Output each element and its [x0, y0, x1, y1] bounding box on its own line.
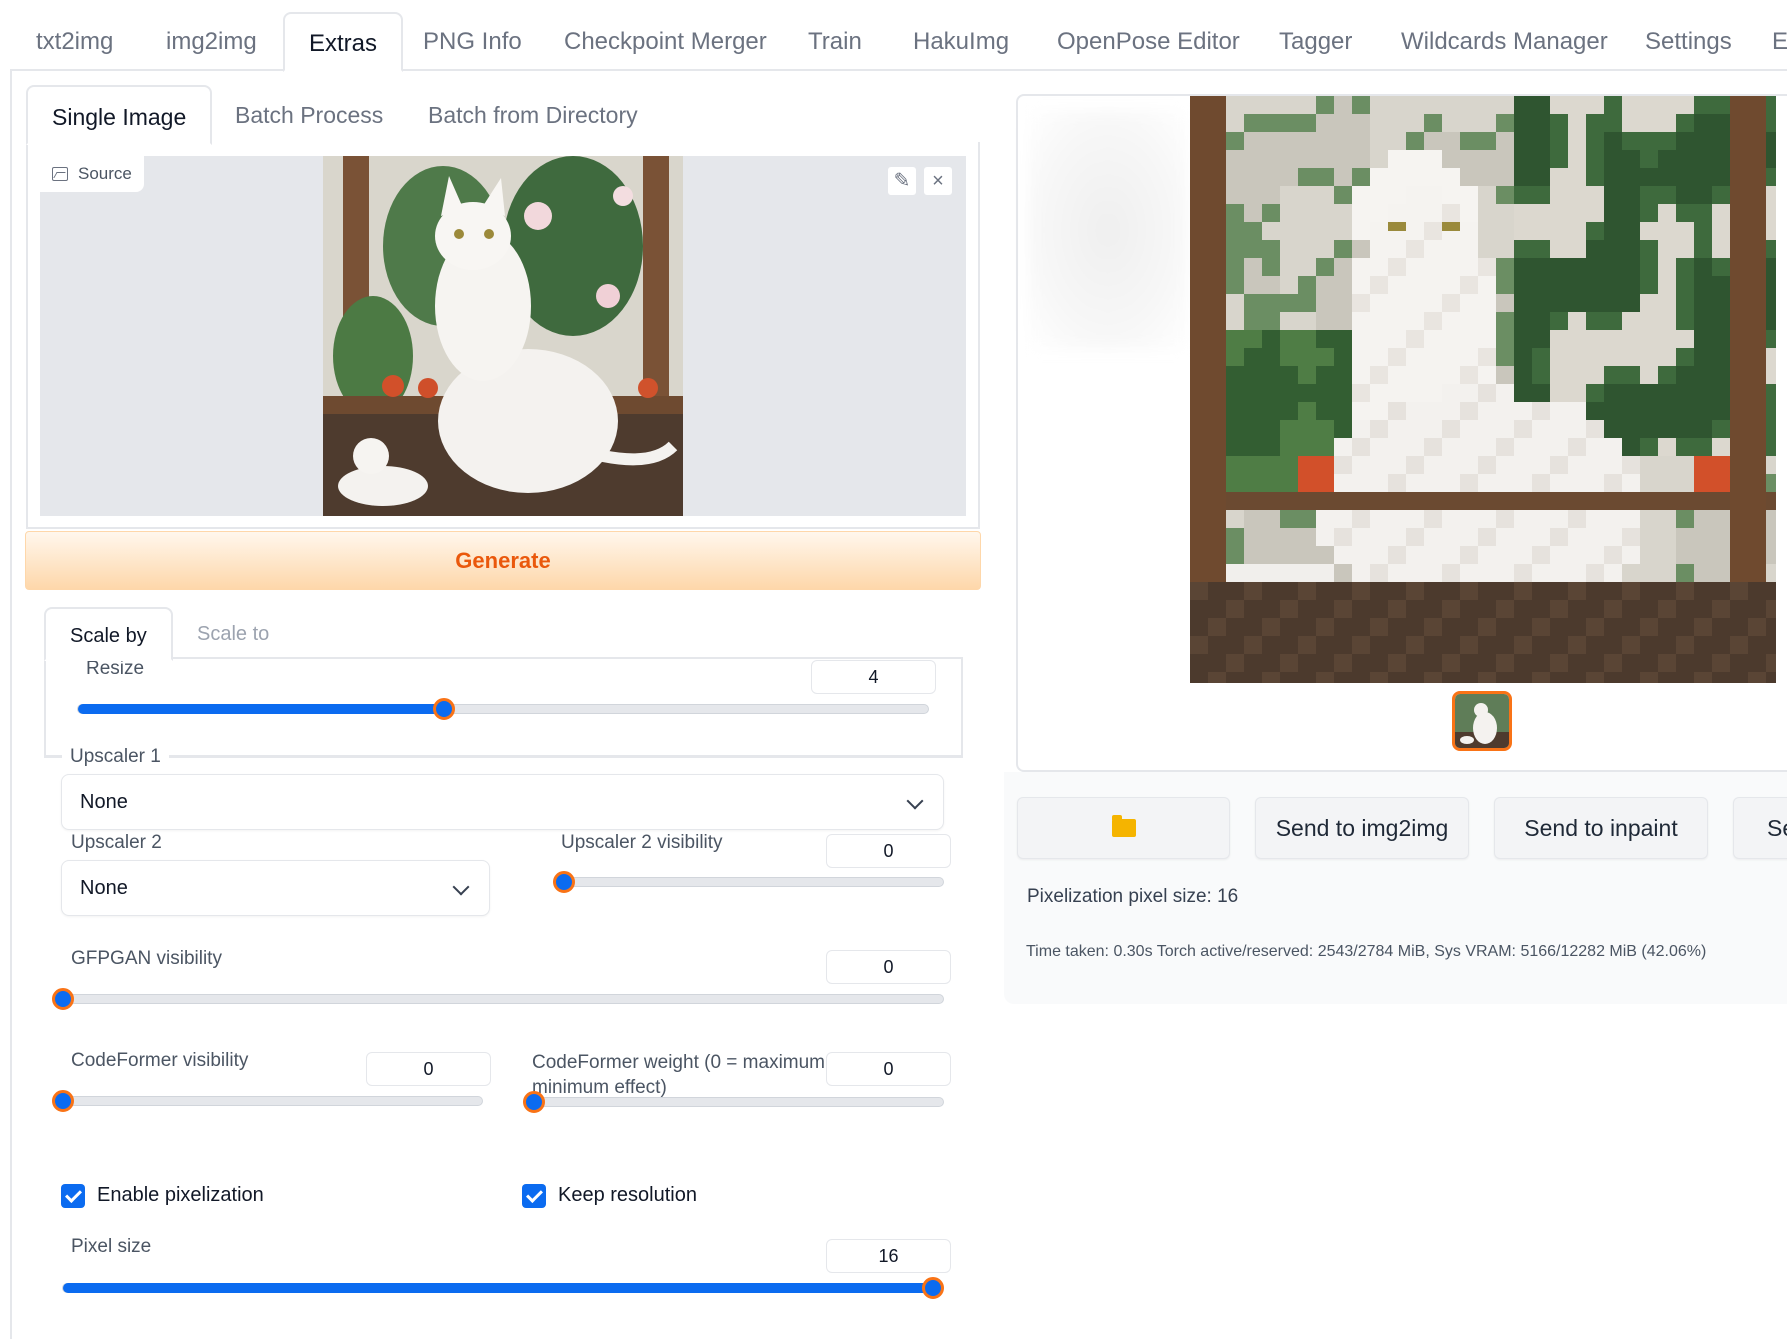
- codeformer-visibility-label: CodeFormer visibility: [71, 1050, 249, 1071]
- codeformer-weight-label: CodeFormer weight (0 = maximum minimum e…: [532, 1050, 825, 1100]
- close-icon[interactable]: ×: [923, 166, 953, 196]
- gfpgan-visibility-slider[interactable]: [52, 988, 944, 1010]
- chevron-down-icon: [452, 878, 470, 896]
- tab-extras[interactable]: Extras: [283, 12, 404, 72]
- tab-single-image[interactable]: Single Image: [26, 85, 213, 145]
- enable-pixelization-label: Enable pixelization: [97, 1184, 264, 1206]
- pixel-size-label: Pixel size: [71, 1236, 152, 1257]
- pixelized-output-image[interactable]: [1190, 96, 1776, 683]
- main-tab-bar: txt2img img2img Extras PNG Info Checkpoi…: [0, 0, 1787, 72]
- pencil-icon[interactable]: ✎: [887, 166, 917, 196]
- keep-resolution-checkbox[interactable]: [522, 1184, 546, 1208]
- upscaler2-value: None: [80, 877, 128, 899]
- tab-openpose-editor[interactable]: OpenPose Editor: [1057, 12, 1240, 72]
- tab-img2img[interactable]: img2img: [166, 12, 257, 72]
- thumbnail-cat-image: [1455, 694, 1509, 748]
- chevron-down-icon: [906, 792, 924, 810]
- upscaler-group-border: [44, 756, 963, 758]
- send-to-img2img-button[interactable]: Send to img2img: [1255, 797, 1469, 859]
- upscaler2-visibility-thumb[interactable]: [553, 871, 575, 893]
- codeformer-visibility-input[interactable]: 0: [366, 1052, 491, 1086]
- open-folder-button[interactable]: [1017, 797, 1230, 859]
- gfpgan-visibility-thumb[interactable]: [52, 988, 74, 1010]
- codeformer-visibility-thumb[interactable]: [52, 1090, 74, 1112]
- tab-tagger[interactable]: Tagger: [1279, 12, 1352, 72]
- upscaler2-visibility-label: Upscaler 2 visibility: [561, 832, 723, 853]
- upscaler2-label: Upscaler 2: [71, 832, 162, 853]
- pixel-size-thumb[interactable]: [922, 1277, 944, 1299]
- gallery-background-blur: [1028, 110, 1188, 350]
- pixel-size-input[interactable]: 16: [826, 1239, 951, 1273]
- tab-scale-to[interactable]: Scale to: [197, 607, 269, 661]
- codeformer-weight-slider[interactable]: [523, 1091, 944, 1113]
- tab-hakuimg[interactable]: HakuImg: [913, 12, 1009, 72]
- tab-train[interactable]: Train: [808, 12, 862, 72]
- gallery-thumbnail[interactable]: [1452, 691, 1512, 751]
- tab-scale-by[interactable]: Scale by: [44, 607, 173, 661]
- gfpgan-visibility-label: GFPGAN visibility: [71, 948, 222, 969]
- image-icon: [52, 167, 68, 181]
- resize-slider-thumb[interactable]: [432, 698, 455, 720]
- timing-text: Time taken: 0.30s Torch active/reserved:…: [1026, 943, 1707, 960]
- tab-txt2img[interactable]: txt2img: [36, 12, 113, 72]
- resize-slider-fill: [78, 704, 444, 714]
- keep-resolution-label: Keep resolution: [558, 1184, 697, 1206]
- panel-frame: [10, 69, 12, 1339]
- upscaler2-visibility-slider[interactable]: [553, 871, 944, 893]
- send-to-extras-button[interactable]: Se: [1733, 797, 1787, 859]
- upscaler2-dropdown[interactable]: None: [61, 860, 490, 916]
- send-to-inpaint-button[interactable]: Send to inpaint: [1494, 797, 1708, 859]
- codeformer-visibility-slider[interactable]: [52, 1090, 483, 1112]
- tab-extensions-cut[interactable]: E: [1772, 12, 1787, 72]
- upscaler1-label: Upscaler 1: [62, 746, 169, 768]
- upscaler1-value: None: [80, 791, 128, 813]
- tab-batch-process[interactable]: Batch Process: [235, 85, 383, 145]
- output-info-text: Pixelization pixel size: 16: [1027, 886, 1239, 907]
- pixel-size-slider[interactable]: [62, 1277, 944, 1299]
- tab-checkpoint-merger[interactable]: Checkpoint Merger: [564, 12, 767, 72]
- codeformer-weight-label-line1: CodeFormer weight (0 = maximum: [532, 1052, 826, 1073]
- source-label: Source: [40, 156, 144, 192]
- resize-slider[interactable]: [77, 698, 929, 720]
- resize-number-input[interactable]: 4: [811, 660, 936, 694]
- tab-batch-from-directory[interactable]: Batch from Directory: [428, 85, 638, 145]
- upscaler1-dropdown[interactable]: None: [61, 774, 944, 830]
- tab-settings[interactable]: Settings: [1645, 12, 1732, 72]
- tab-wildcards-manager[interactable]: Wildcards Manager: [1401, 12, 1608, 72]
- source-label-text: Source: [78, 164, 132, 183]
- gfpgan-visibility-input[interactable]: 0: [826, 950, 951, 984]
- upscaler2-visibility-input[interactable]: 0: [826, 834, 951, 868]
- enable-pixelization-checkbox[interactable]: [61, 1184, 85, 1208]
- pixelized-cat-image: [1190, 96, 1776, 683]
- codeformer-weight-input[interactable]: 0: [826, 1052, 951, 1086]
- generate-button[interactable]: Generate: [25, 531, 981, 590]
- pixel-size-fill: [63, 1283, 933, 1293]
- folder-icon: [1111, 814, 1136, 837]
- tab-png-info[interactable]: PNG Info: [423, 12, 522, 72]
- codeformer-weight-thumb[interactable]: [523, 1091, 545, 1113]
- source-cat-image: [323, 156, 683, 516]
